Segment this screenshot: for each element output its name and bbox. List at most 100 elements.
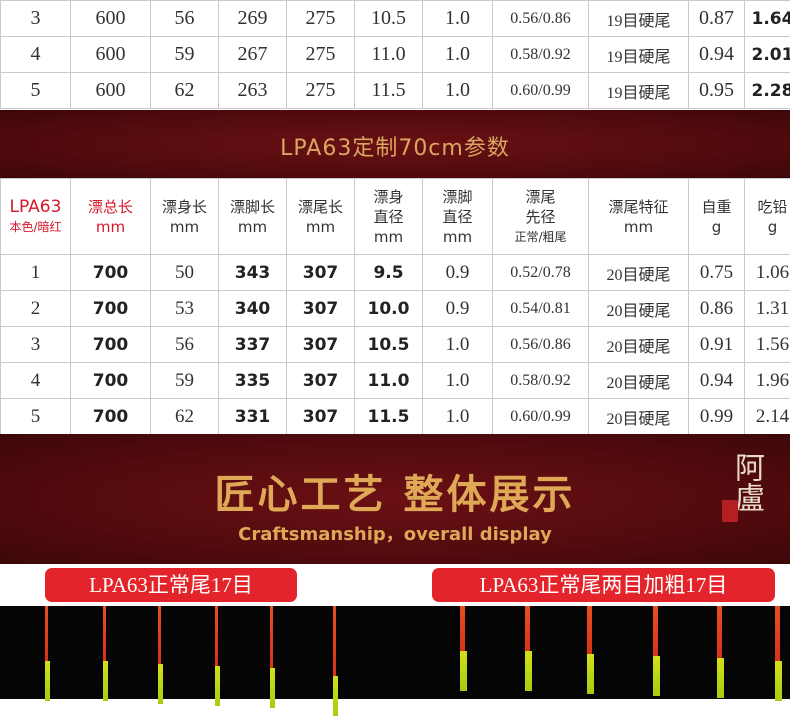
header-body-length: 漂身长 mm [151,179,219,255]
table-cell: 0.99 [689,399,745,435]
float-item [103,606,107,701]
table-row: 47005933530711.01.00.58/0.9220目硬尾0.941.9… [1,363,790,399]
table-cell: 20目硬尾 [589,363,689,399]
table-cell: 275 [287,1,355,37]
table-cell: 4 [1,363,71,399]
table-cell: 0.52/0.78 [493,255,589,291]
table-cell: 3 [1,1,71,37]
table-cell: 307 [287,291,355,327]
table-cell: 307 [287,255,355,291]
table-cell: 11.0 [355,37,423,73]
table-row: 27005334030710.00.90.54/0.8120目硬尾0.861.3… [1,291,790,327]
float-photo-normal [0,606,395,699]
table-cell: 50 [151,255,219,291]
table-cell: 600 [71,37,151,73]
table-cell: 0.9 [423,255,493,291]
table-cell: 0.56/0.86 [493,327,589,363]
table-cell: 1.0 [423,363,493,399]
table-cell: 307 [287,327,355,363]
table-cell: 20目硬尾 [589,399,689,435]
table-cell: 4 [1,37,71,73]
table-cell: 3 [1,327,71,363]
table-cell: 20目硬尾 [589,327,689,363]
table-cell: 5 [1,73,71,109]
table-cell: 9.5 [355,255,423,291]
table-cell: 10.0 [355,291,423,327]
table-cell: 1.0 [423,399,493,435]
craft-title-cn: 匠心工艺 整体展示 [0,462,790,520]
table-cell: 11.5 [355,73,423,109]
label-thick-tail: LPA63正常尾两目加粗17目 [432,568,775,602]
table-cell: 1.31 [745,291,790,327]
table-cell: 343 [219,255,287,291]
table-cell: 1.0 [423,1,493,37]
float-item [460,606,464,691]
section-title: LPA63定制70cm参数 [0,130,790,162]
table-cell: 2.01 [745,37,790,73]
table-cell: 0.87 [689,1,745,37]
table-cell: 11.5 [355,399,423,435]
table-cell: 19目硬尾 [589,73,689,109]
header-foot-length: 漂脚长 mm [219,179,287,255]
table-cell: 59 [151,37,219,73]
craft-title-en: Craftsmanship，overall display [0,520,790,546]
header-tail-length: 漂尾长 mm [287,179,355,255]
table-cell: 700 [71,255,151,291]
header-foot-diameter: 漂脚 直径 mm [423,179,493,255]
table-cell: 340 [219,291,287,327]
table-cell: 600 [71,1,151,37]
table-cell: 267 [219,37,287,73]
table-cell: 700 [71,363,151,399]
table-cell: 1.0 [423,37,493,73]
table-cell: 20目硬尾 [589,255,689,291]
table-cell: 700 [71,399,151,435]
table-cell: 700 [71,327,151,363]
table-cell: 0.91 [689,327,745,363]
table-cell: 0.58/0.92 [493,37,589,73]
header-lead: 吃铅 g [745,179,790,255]
table-row: 56006226327511.51.00.60/0.9919目硬尾0.952.2… [1,73,790,109]
float-item [653,606,657,696]
table-row: 37005633730710.51.00.56/0.8620目硬尾0.911.5… [1,327,790,363]
table-cell: 0.94 [689,363,745,399]
float-item [775,606,779,701]
table-cell: 62 [151,73,219,109]
table-cell: 2.14 [745,399,790,435]
table-cell: 0.9 [423,291,493,327]
table-cell: 62 [151,399,219,435]
label-normal-tail: LPA63正常尾17目 [45,568,297,602]
table-cell: 0.60/0.99 [493,399,589,435]
brand-seal-logo: 阿盧 [722,452,770,552]
header-tail-feature: 漂尾特征 mm [589,179,689,255]
header-model: LPA63 本色/暗红 [1,179,71,255]
table-cell: 1.0 [423,73,493,109]
table-cell: 2.28 [745,73,790,109]
float-item [270,606,274,708]
table-row: 36005626927510.51.00.56/0.8619目硬尾0.871.6… [1,1,790,37]
previous-spec-table: 36005626927510.51.00.56/0.8619目硬尾0.871.6… [0,0,790,109]
table-cell: 19目硬尾 [589,1,689,37]
table-cell: 2 [1,291,71,327]
table-cell: 1.06 [745,255,790,291]
table-cell: 53 [151,291,219,327]
table-cell: 20目硬尾 [589,291,689,327]
table-cell: 11.0 [355,363,423,399]
table-cell: 0.75 [689,255,745,291]
table-cell: 0.58/0.92 [493,363,589,399]
header-body-diameter: 漂身 直径 mm [355,179,423,255]
float-item [45,606,49,701]
seal-stamp-icon [722,500,738,522]
table-cell: 0.94 [689,37,745,73]
table-cell: 307 [287,363,355,399]
table-cell: 1.56 [745,327,790,363]
float-photo-thick [395,606,790,699]
table-cell: 0.54/0.81 [493,291,589,327]
spec-table-header: LPA63 本色/暗红 漂总长 mm 漂身长 mm 漂脚长 mm 漂尾长 mm … [1,179,790,255]
table-cell: 56 [151,1,219,37]
section-header-band: LPA63定制70cm参数 [0,110,790,178]
table-cell: 275 [287,73,355,109]
header-weight: 自重 g [689,179,745,255]
table-cell: 337 [219,327,287,363]
table-cell: 0.56/0.86 [493,1,589,37]
table-cell: 275 [287,37,355,73]
